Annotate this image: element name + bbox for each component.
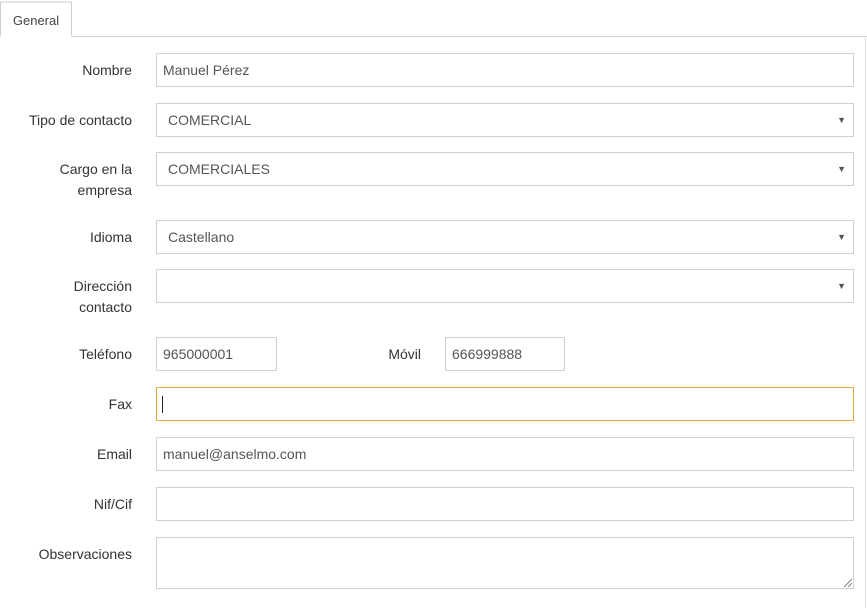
nombre-input[interactable]: Manuel Pérez xyxy=(156,53,854,87)
tipo-contacto-label: Tipo de contacto xyxy=(29,112,132,128)
tipo-contacto-value: COMERCIAL xyxy=(168,112,252,128)
text-cursor xyxy=(162,395,163,413)
email-input[interactable]: manuel@anselmo.com xyxy=(156,437,854,471)
telefono-label: Teléfono xyxy=(79,346,132,362)
observaciones-textarea[interactable] xyxy=(156,537,854,589)
chevron-down-icon: ▼ xyxy=(837,115,846,125)
tipo-contacto-select[interactable]: COMERCIAL ▼ xyxy=(156,103,854,137)
email-label: Email xyxy=(96,446,132,462)
email-value: manuel@anselmo.com xyxy=(163,446,307,462)
direccion-select[interactable]: ▼ xyxy=(156,269,854,303)
tab-divider xyxy=(72,36,867,37)
fax-label: Fax xyxy=(108,396,132,412)
idioma-label: Idioma xyxy=(89,229,132,245)
chevron-down-icon: ▼ xyxy=(837,232,846,242)
cargo-label-line1: Cargo en la xyxy=(59,161,132,177)
resize-grip-icon[interactable] xyxy=(844,579,852,587)
chevron-down-icon: ▼ xyxy=(837,281,846,291)
nif-input[interactable] xyxy=(156,487,854,521)
panel-border xyxy=(865,36,866,608)
direccion-label: Dirección contacto xyxy=(74,276,132,318)
cargo-label: Cargo en la empresa xyxy=(60,159,132,201)
telefono-input[interactable]: 965000001 xyxy=(156,337,277,371)
movil-label: Móvil xyxy=(388,346,421,362)
idioma-select[interactable]: Castellano ▼ xyxy=(156,220,854,254)
tab-general-label: General xyxy=(12,12,60,28)
nombre-value: Manuel Pérez xyxy=(163,62,250,78)
nombre-label: Nombre xyxy=(82,62,132,78)
chevron-down-icon: ▼ xyxy=(837,164,846,174)
direccion-label-line2: contacto xyxy=(79,299,132,315)
movil-input[interactable]: 666999888 xyxy=(445,337,565,371)
tab-bar: General xyxy=(0,0,867,37)
observaciones-label: Observaciones xyxy=(38,546,132,562)
tab-general[interactable]: General xyxy=(0,1,72,37)
fax-input[interactable] xyxy=(156,387,854,421)
idioma-value: Castellano xyxy=(168,229,235,245)
movil-value: 666999888 xyxy=(452,346,523,362)
cargo-value: COMERCIALES xyxy=(168,161,270,177)
cargo-select[interactable]: COMERCIALES ▼ xyxy=(156,152,854,186)
telefono-value: 965000001 xyxy=(163,346,234,362)
cargo-label-line2: empresa xyxy=(77,182,132,198)
direccion-label-line1: Dirección xyxy=(73,278,132,294)
nif-label: Nif/Cif xyxy=(93,496,132,512)
